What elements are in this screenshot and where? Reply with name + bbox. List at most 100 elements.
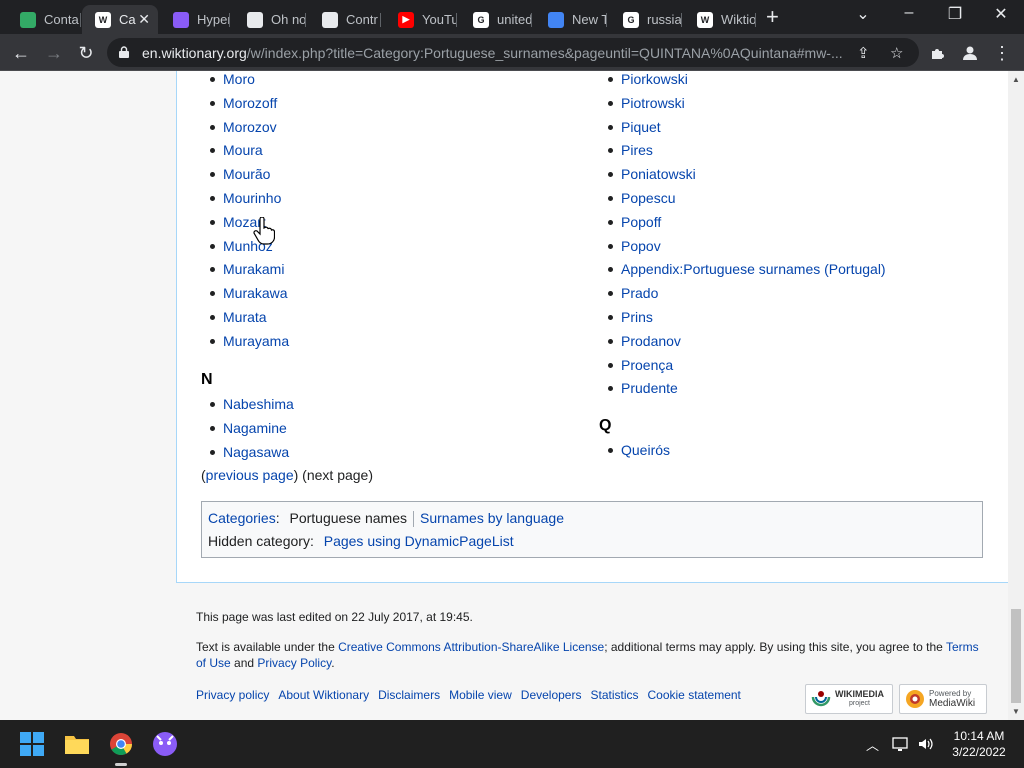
share-icon[interactable]: ⇪	[857, 44, 870, 62]
surname-link[interactable]: Popescu	[621, 190, 675, 206]
browser-tab[interactable]: Contr	[309, 5, 381, 34]
url-host: en.wiktionary.org	[142, 45, 247, 61]
surname-link[interactable]: Piquet	[621, 119, 661, 135]
browser-tab[interactable]: ▶ YouTu	[385, 5, 457, 34]
surname-link[interactable]: Queirós	[621, 442, 670, 458]
footer-link[interactable]: Mobile view	[449, 688, 512, 702]
surname-link[interactable]: Morozov	[223, 119, 277, 135]
surname-link[interactable]: Nagasawa	[223, 444, 289, 460]
scroll-down-arrow-icon[interactable]: ▼	[1012, 707, 1020, 716]
surname-link[interactable]: Mourinho	[223, 190, 281, 206]
network-icon[interactable]	[892, 736, 910, 752]
surname-link[interactable]: Prodanov	[621, 333, 681, 349]
file-explorer-icon[interactable]	[61, 728, 93, 760]
minimize-button[interactable]: –	[886, 4, 932, 22]
surname-link[interactable]: Morozoff	[223, 95, 277, 111]
pagination: (previous page) (next page)	[201, 467, 373, 483]
list-item: Nagasawa	[201, 442, 294, 466]
wikimedia-project-badge[interactable]: WIKIMEDIA project	[805, 684, 893, 714]
footer-link[interactable]: Cookie statement	[648, 688, 741, 702]
surname-link[interactable]: Murakami	[223, 261, 284, 277]
surname-link[interactable]: Prins	[621, 309, 653, 325]
browser-tab[interactable]: W Ca ✕	[82, 5, 158, 34]
surname-link[interactable]: Piotrowski	[621, 95, 685, 111]
mediawiki-sunflower-icon	[906, 690, 924, 708]
category-portuguese-names[interactable]: Portuguese names	[289, 510, 407, 526]
scrollbar-thumb[interactable]	[1011, 609, 1021, 703]
volume-icon[interactable]	[917, 736, 935, 752]
new-tab-button[interactable]: +	[766, 6, 779, 28]
cc-license-link[interactable]: Creative Commons Attribution-ShareAlike …	[338, 640, 604, 654]
browser-tab[interactable]: Oh no	[234, 5, 306, 34]
browser-tab[interactable]: Gunited	[460, 5, 532, 34]
surname-list-m: Moro Morozoff Morozov Moura Mourão Mourinho Mo…	[201, 71, 289, 355]
windows-start-icon[interactable]	[16, 728, 48, 760]
surname-link[interactable]: Nabeshima	[223, 396, 294, 412]
show-hidden-icons-chevron[interactable]: ︿	[866, 735, 879, 754]
reload-icon[interactable]: ↻	[74, 41, 98, 65]
privacy-policy-link[interactable]: Privacy Policy	[257, 656, 331, 670]
surname-link[interactable]: Pires	[621, 142, 653, 158]
surname-link[interactable]: Murata	[223, 309, 267, 325]
surname-link[interactable]: Murakawa	[223, 285, 288, 301]
browser-tab[interactable]: W Wiktio	[684, 5, 756, 34]
surname-link[interactable]: Nagamine	[223, 420, 287, 436]
close-tab-icon[interactable]: ✕	[138, 11, 150, 28]
hidden-category-dpl[interactable]: Pages using DynamicPageList	[324, 533, 514, 549]
surname-link[interactable]: Popov	[621, 238, 661, 254]
browser-tab[interactable]: Conta	[7, 5, 81, 34]
back-arrow-icon[interactable]: ←	[9, 41, 33, 65]
tab-search-chevron-icon[interactable]: ⌄	[840, 4, 886, 24]
surname-link[interactable]: Prado	[621, 285, 658, 301]
surname-link[interactable]: Popoff	[621, 214, 661, 230]
extensions-puzzle-icon[interactable]	[926, 41, 950, 65]
hyper-icon	[173, 11, 189, 28]
youtube-icon: ▶	[398, 11, 414, 28]
surname-link[interactable]: Piorkowski	[621, 71, 688, 87]
clock[interactable]: 10:14 AM 3/22/2022	[948, 728, 1010, 760]
profile-avatar-icon[interactable]	[958, 41, 982, 65]
footer-link[interactable]: Disclaimers	[378, 688, 440, 702]
footer-link[interactable]: Statistics	[590, 688, 638, 702]
category-surnames-by-language[interactable]: Surnames by language	[420, 510, 564, 526]
surname-link[interactable]: Moro	[223, 71, 255, 87]
tab-title: Hyper	[197, 12, 230, 27]
terms-link[interactable]: Terms	[946, 640, 979, 654]
address-bar[interactable]: en.wiktionary.org/w/index.php?title=Cate…	[107, 38, 919, 67]
chrome-icon	[548, 11, 564, 28]
restore-button[interactable]: ❐	[932, 4, 978, 24]
colon: :	[275, 510, 280, 526]
categories-label-link[interactable]: Categories	[208, 510, 276, 526]
wiki-globe-icon	[20, 11, 36, 28]
list-item: Popescu	[599, 188, 886, 212]
surname-link[interactable]: Proença	[621, 357, 673, 373]
surname-link[interactable]: Mourão	[223, 166, 270, 182]
license-middle: ; additional terms may apply. By using t…	[604, 640, 946, 654]
surname-link[interactable]: Moura	[223, 142, 263, 158]
surname-link[interactable]: Murayama	[223, 333, 289, 349]
category-separator	[413, 511, 415, 528]
close-window-button[interactable]: ✕	[978, 4, 1024, 24]
powered-by-mediawiki-badge[interactable]: Powered by MediaWiki	[899, 684, 987, 714]
footer-link[interactable]: About Wiktionary	[278, 688, 369, 702]
terms-link-cont[interactable]: of Use	[196, 656, 231, 670]
hyper-app-icon[interactable]	[149, 728, 181, 760]
tab-title: united	[497, 12, 532, 27]
page-scrollbar[interactable]: ▲ ▼	[1008, 71, 1024, 720]
surname-link[interactable]: Appendix:Portuguese surnames (Portugal)	[621, 261, 886, 277]
footer-link[interactable]: Developers	[521, 688, 582, 702]
browser-tab[interactable]: New T	[535, 5, 607, 34]
browser-tab[interactable]: Hyper	[160, 5, 230, 34]
forward-arrow-icon[interactable]: →	[42, 41, 66, 65]
list-item: Poniatowski	[599, 164, 886, 188]
browser-menu-icon[interactable]: ⋮	[990, 41, 1014, 65]
browser-tab[interactable]: Grussia	[610, 5, 682, 34]
pager-paren: ) (	[293, 467, 307, 483]
previous-page-link[interactable]: previous page	[206, 467, 294, 483]
bookmark-star-icon[interactable]: ☆	[890, 44, 903, 62]
footer-link[interactable]: Privacy policy	[196, 688, 269, 702]
surname-link[interactable]: Poniatowski	[621, 166, 696, 182]
scroll-up-arrow-icon[interactable]: ▲	[1012, 75, 1020, 84]
surname-link[interactable]: Prudente	[621, 380, 678, 396]
chrome-taskbar-icon[interactable]	[105, 728, 137, 766]
